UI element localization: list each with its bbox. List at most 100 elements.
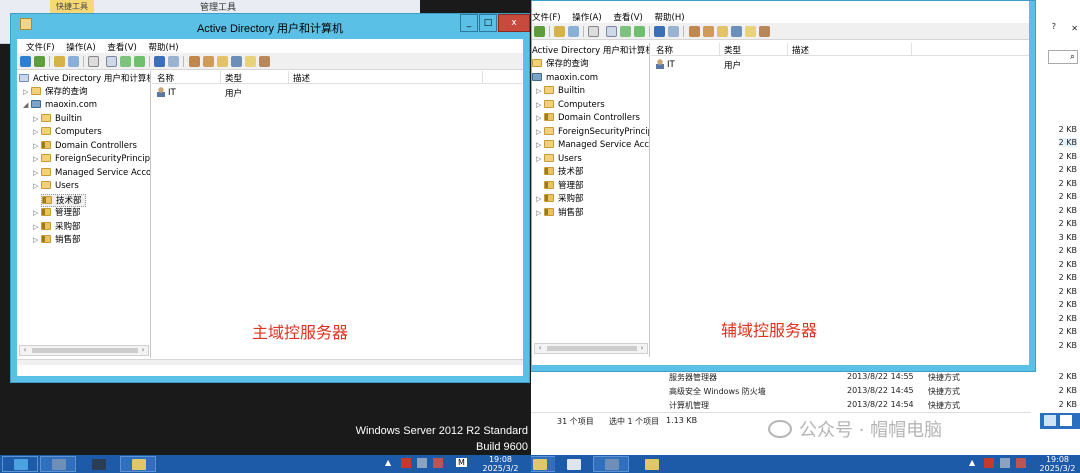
- scroll-thumb[interactable]: [547, 346, 637, 351]
- tree-foreign-security[interactable]: ▷ ForeignSecurityPrincipals: [536, 126, 649, 139]
- col-divider[interactable]: [288, 71, 289, 83]
- window-titlebar[interactable]: Active Directory 用户和计算机 _ □ x: [11, 14, 530, 38]
- refresh-icon[interactable]: [620, 26, 631, 37]
- show-tree-icon[interactable]: [68, 56, 79, 67]
- filter-icon[interactable]: [231, 56, 242, 67]
- clock[interactable]: 19:08 2025/3/2: [1035, 455, 1080, 473]
- export-list-icon[interactable]: [634, 26, 645, 37]
- help-icon[interactable]: [654, 26, 665, 37]
- new-ou-icon[interactable]: [717, 26, 728, 37]
- taskbar-explorer[interactable]: [120, 456, 156, 472]
- expand-icon[interactable]: ▷: [33, 180, 41, 193]
- menu-view[interactable]: 查看(V): [613, 11, 642, 23]
- col-divider[interactable]: [482, 71, 483, 83]
- col-name[interactable]: 名称: [656, 44, 673, 56]
- menu-file[interactable]: 文件(F): [532, 11, 561, 23]
- tree-saved-queries[interactable]: 保存的查询: [532, 58, 589, 71]
- col-desc[interactable]: 描述: [293, 72, 310, 84]
- col-divider[interactable]: [911, 43, 912, 55]
- col-name[interactable]: 名称: [157, 72, 174, 84]
- menu-view[interactable]: 查看(V): [107, 41, 136, 53]
- tree-mgmt-dept[interactable]: ▷ 管理部: [33, 207, 81, 220]
- expand-icon[interactable]: ▷: [536, 153, 544, 166]
- details-view-icon[interactable]: [1044, 415, 1056, 426]
- list-row[interactable]: IT 用户: [651, 58, 1029, 71]
- expand-icon[interactable]: ▷: [33, 113, 41, 126]
- network-icon[interactable]: [401, 458, 411, 468]
- menu-file[interactable]: 文件(F): [26, 41, 55, 53]
- show-tree-icon[interactable]: [568, 26, 579, 37]
- volume-icon[interactable]: [1016, 458, 1026, 468]
- tree-root[interactable]: Active Directory 用户和计算机: [532, 45, 649, 58]
- tree-computers[interactable]: ▷ Computers: [536, 99, 605, 112]
- back-icon[interactable]: [20, 56, 31, 67]
- expand-icon[interactable]: ▷: [33, 140, 41, 153]
- col-desc[interactable]: 描述: [792, 44, 809, 56]
- file-row[interactable]: 高级安全 Windows 防火墙: [669, 386, 766, 397]
- close-icon[interactable]: ✕: [1071, 24, 1078, 33]
- tree-hscrollbar[interactable]: ‹ ›: [534, 343, 648, 354]
- menu-help[interactable]: 帮助(H): [149, 41, 179, 53]
- expand-icon[interactable]: ▷: [33, 207, 41, 220]
- taskbar-explorer[interactable]: [633, 456, 669, 472]
- tree-users[interactable]: ▷ Users: [33, 180, 79, 193]
- new-ou-icon[interactable]: [217, 56, 228, 67]
- console-icon[interactable]: [168, 56, 179, 67]
- nav-help-icon[interactable]: ?: [1052, 22, 1056, 31]
- filter-icon[interactable]: [731, 26, 742, 37]
- help-icon[interactable]: [154, 56, 165, 67]
- find-icon[interactable]: [245, 56, 256, 67]
- collapse-icon[interactable]: ◢: [23, 99, 31, 112]
- col-type[interactable]: 类型: [225, 72, 242, 84]
- find-icon[interactable]: [745, 26, 756, 37]
- tree-sales-dept[interactable]: ▷ 销售部: [33, 234, 81, 247]
- tray-arrow-icon[interactable]: ▲: [385, 458, 391, 467]
- minimize-button[interactable]: _: [460, 14, 478, 32]
- quick-tools-tab[interactable]: 快捷工具: [50, 0, 94, 13]
- action-center-icon[interactable]: [417, 458, 427, 468]
- export-list-icon[interactable]: [134, 56, 145, 67]
- up-folder-icon[interactable]: [54, 56, 65, 67]
- tray-arrow-icon[interactable]: ▲: [969, 458, 975, 467]
- console-icon[interactable]: [668, 26, 679, 37]
- taskbar-server-manager[interactable]: [555, 456, 591, 472]
- scroll-right-icon[interactable]: ›: [637, 344, 647, 353]
- tree-purchase-dept[interactable]: ▷ 采购部: [536, 193, 584, 206]
- icons-view-icon[interactable]: [1060, 415, 1072, 426]
- menu-action[interactable]: 操作(A): [66, 41, 95, 53]
- scroll-left-icon[interactable]: ‹: [20, 346, 30, 355]
- tree-domain-controllers[interactable]: ▷ Domain Controllers: [536, 112, 640, 125]
- expand-icon[interactable]: ▷: [536, 139, 544, 152]
- ime-indicator[interactable]: M: [456, 458, 467, 467]
- col-divider[interactable]: [787, 43, 788, 55]
- maximize-button[interactable]: □: [479, 14, 497, 32]
- taskbar-powershell[interactable]: [80, 456, 116, 472]
- tree-computers[interactable]: ▷ Computers: [33, 126, 102, 139]
- tree-domain[interactable]: ◢ maoxin.com: [23, 99, 97, 112]
- tree-foreign-security[interactable]: ▷ ForeignSecurityPrincipals: [33, 153, 150, 166]
- expand-icon[interactable]: ▷: [33, 234, 41, 247]
- properties-icon[interactable]: [606, 26, 617, 37]
- tree-purchase-dept[interactable]: ▷ 采购部: [33, 221, 81, 234]
- properties-icon[interactable]: [106, 56, 117, 67]
- scroll-thumb[interactable]: [32, 348, 138, 353]
- clock[interactable]: 19:08 2025/3/2: [478, 455, 523, 473]
- refresh-icon[interactable]: [120, 56, 131, 67]
- expand-icon[interactable]: ▷: [536, 207, 544, 220]
- tree-domain-controllers[interactable]: ▷ Domain Controllers: [33, 140, 137, 153]
- scroll-left-icon[interactable]: ‹: [535, 344, 545, 353]
- menu-help[interactable]: 帮助(H): [655, 11, 685, 23]
- taskbar-ad[interactable]: [593, 456, 629, 472]
- list-row[interactable]: IT 用户: [152, 86, 523, 99]
- taskbar-partial-app[interactable]: [531, 456, 557, 472]
- volume-icon[interactable]: [433, 458, 443, 468]
- up-folder-icon[interactable]: [554, 26, 565, 37]
- tree-sales-dept[interactable]: ▷ 销售部: [536, 207, 584, 220]
- expand-icon[interactable]: ▷: [33, 153, 41, 166]
- col-type[interactable]: 类型: [724, 44, 741, 56]
- tree-hscrollbar[interactable]: ‹ ›: [19, 345, 149, 356]
- tree-users[interactable]: ▷ Users: [536, 153, 582, 166]
- expand-icon[interactable]: ▷: [33, 167, 41, 180]
- start-button[interactable]: [2, 456, 38, 472]
- tree-domain[interactable]: maoxin.com: [532, 72, 598, 85]
